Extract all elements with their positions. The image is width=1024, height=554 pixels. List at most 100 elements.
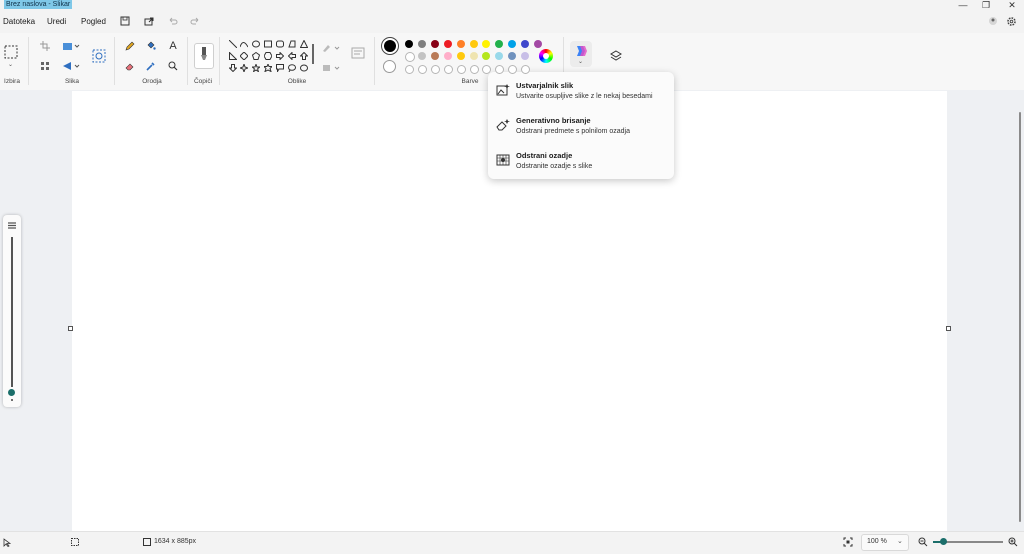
zoom-select[interactable]: 100 % ⌄ <box>861 534 909 551</box>
title-bar: Brez naslova - Slikar — ❐ ✕ <box>0 0 1024 11</box>
shape-six-point-star[interactable] <box>263 63 272 72</box>
settings-icon[interactable] <box>1004 14 1018 28</box>
shape-right-arrow[interactable] <box>275 51 284 60</box>
zoom-slider-thumb[interactable] <box>940 538 947 545</box>
menu-item-generative-erase[interactable]: Generativno brisanje Odstrani predmete s… <box>488 113 674 145</box>
fit-to-window-icon[interactable] <box>843 537 853 547</box>
color-swatch[interactable] <box>443 40 452 48</box>
color-swatch[interactable] <box>469 40 478 48</box>
group-label-colors: Barve <box>461 78 479 85</box>
chevron-down-icon: ⌄ <box>578 59 584 65</box>
shape-hexagon[interactable] <box>263 51 272 60</box>
shape-right-triangle[interactable] <box>228 51 237 60</box>
zoom-in-icon[interactable] <box>1008 537 1018 547</box>
image-select-icon[interactable] <box>91 48 107 64</box>
shape-triangle[interactable] <box>299 39 308 48</box>
color-picker-icon[interactable] <box>144 59 158 73</box>
layers-icon[interactable] <box>609 49 623 63</box>
color-swatch[interactable] <box>469 52 478 60</box>
color-swatch[interactable] <box>417 52 426 60</box>
secondary-color-swatch[interactable] <box>383 60 396 73</box>
custom-color-slot[interactable] <box>456 65 466 74</box>
fill-dropdown[interactable] <box>321 61 343 75</box>
close-button[interactable]: ✕ <box>1004 0 1020 10</box>
magnifier-icon[interactable] <box>166 59 180 73</box>
menu-file[interactable]: Datoteka <box>3 17 35 26</box>
share-icon[interactable] <box>142 14 156 28</box>
save-icon[interactable] <box>118 14 132 28</box>
shape-five-point-star[interactable] <box>251 63 260 72</box>
undo-icon[interactable] <box>166 14 180 28</box>
outline-dropdown[interactable] <box>321 41 343 55</box>
crop-icon[interactable] <box>38 39 52 53</box>
minimize-button[interactable]: — <box>955 0 971 10</box>
color-swatch[interactable] <box>430 52 439 60</box>
custom-color-slot[interactable] <box>417 65 427 74</box>
color-swatch[interactable] <box>456 40 465 48</box>
menu-edit[interactable]: Uredi <box>47 17 66 26</box>
color-swatch[interactable] <box>443 52 452 60</box>
custom-color-slot[interactable] <box>405 65 414 74</box>
menu-item-image-creator[interactable]: Ustvarjalnik slik Ustvarite osupljive sl… <box>488 78 674 110</box>
shape-polygon[interactable] <box>287 39 296 48</box>
custom-color-slot[interactable] <box>443 65 453 74</box>
shape-pentagon[interactable] <box>251 51 260 60</box>
vertical-scrollbar[interactable] <box>1019 112 1021 522</box>
eraser-sparkle-icon <box>496 119 510 131</box>
color-swatch[interactable] <box>456 52 465 60</box>
color-swatch[interactable] <box>430 40 439 48</box>
eraser-icon[interactable] <box>123 59 137 73</box>
shape-callout-oval[interactable] <box>287 63 296 72</box>
shapes-scrollbar[interactable] <box>312 44 314 64</box>
color-swatch[interactable] <box>417 40 426 48</box>
resize-icon[interactable] <box>61 39 81 53</box>
shape-line[interactable] <box>228 39 237 48</box>
shape-left-arrow[interactable] <box>287 51 296 60</box>
slider-thumb[interactable] <box>8 389 15 396</box>
shape-diamond[interactable] <box>239 51 248 60</box>
text-tool-icon[interactable]: A <box>166 39 180 53</box>
selection-size-icon <box>71 538 79 546</box>
menu-view[interactable]: Pogled <box>81 17 106 26</box>
select-rectangle-icon[interactable] <box>3 44 19 60</box>
redo-icon[interactable] <box>188 14 202 28</box>
menu-item-description: Odstrani predmete s polnilom ozadja <box>516 128 631 135</box>
shape-callout-cloud[interactable] <box>299 63 308 72</box>
resize-handle-right[interactable] <box>946 326 951 331</box>
pencil-icon[interactable] <box>123 39 137 53</box>
shape-rectangle[interactable] <box>263 39 272 48</box>
custom-color-slot[interactable] <box>469 65 479 74</box>
shape-down-arrow[interactable] <box>228 63 237 72</box>
account-icon[interactable] <box>986 14 1000 28</box>
separator <box>187 37 188 85</box>
shape-up-arrow[interactable] <box>299 51 308 60</box>
menu-item-remove-background[interactable]: Odstrani ozadje Odstranite ozadje s slik… <box>488 148 674 180</box>
shape-style-icon[interactable] <box>350 46 366 60</box>
color-swatch[interactable] <box>534 40 542 48</box>
zoom-out-icon[interactable] <box>918 537 928 547</box>
fill-bucket-icon[interactable] <box>144 39 158 53</box>
custom-color-slot[interactable] <box>430 65 440 74</box>
resize-handle-left[interactable] <box>68 326 73 331</box>
shape-oval[interactable] <box>251 39 260 48</box>
menu-item-title: Generativno brisanje <box>516 116 591 125</box>
restore-button[interactable]: ❐ <box>978 0 994 10</box>
canvas-size-icon <box>143 538 151 546</box>
slider-track[interactable] <box>11 237 13 387</box>
shape-four-point-star[interactable] <box>239 63 248 72</box>
edit-colors-button[interactable] <box>539 49 553 63</box>
shape-curve[interactable] <box>239 39 248 48</box>
shape-callout-rect[interactable] <box>275 63 284 72</box>
copilot-button[interactable]: ⌄ <box>570 41 592 67</box>
color-swatch[interactable] <box>405 40 413 48</box>
color-swatch[interactable] <box>405 52 415 62</box>
flip-icon[interactable] <box>61 59 81 73</box>
grid-icon[interactable] <box>38 59 52 73</box>
primary-color-swatch[interactable] <box>381 37 399 55</box>
shape-rounded-rectangle[interactable] <box>275 39 284 48</box>
brush-button[interactable] <box>194 43 214 69</box>
chevron-down-icon[interactable]: ⌄ <box>8 61 13 68</box>
group-label-selection: Izbira <box>4 78 20 85</box>
group-label-tools: Orodja <box>142 78 162 85</box>
menu-item-title: Odstrani ozadje <box>516 151 573 160</box>
